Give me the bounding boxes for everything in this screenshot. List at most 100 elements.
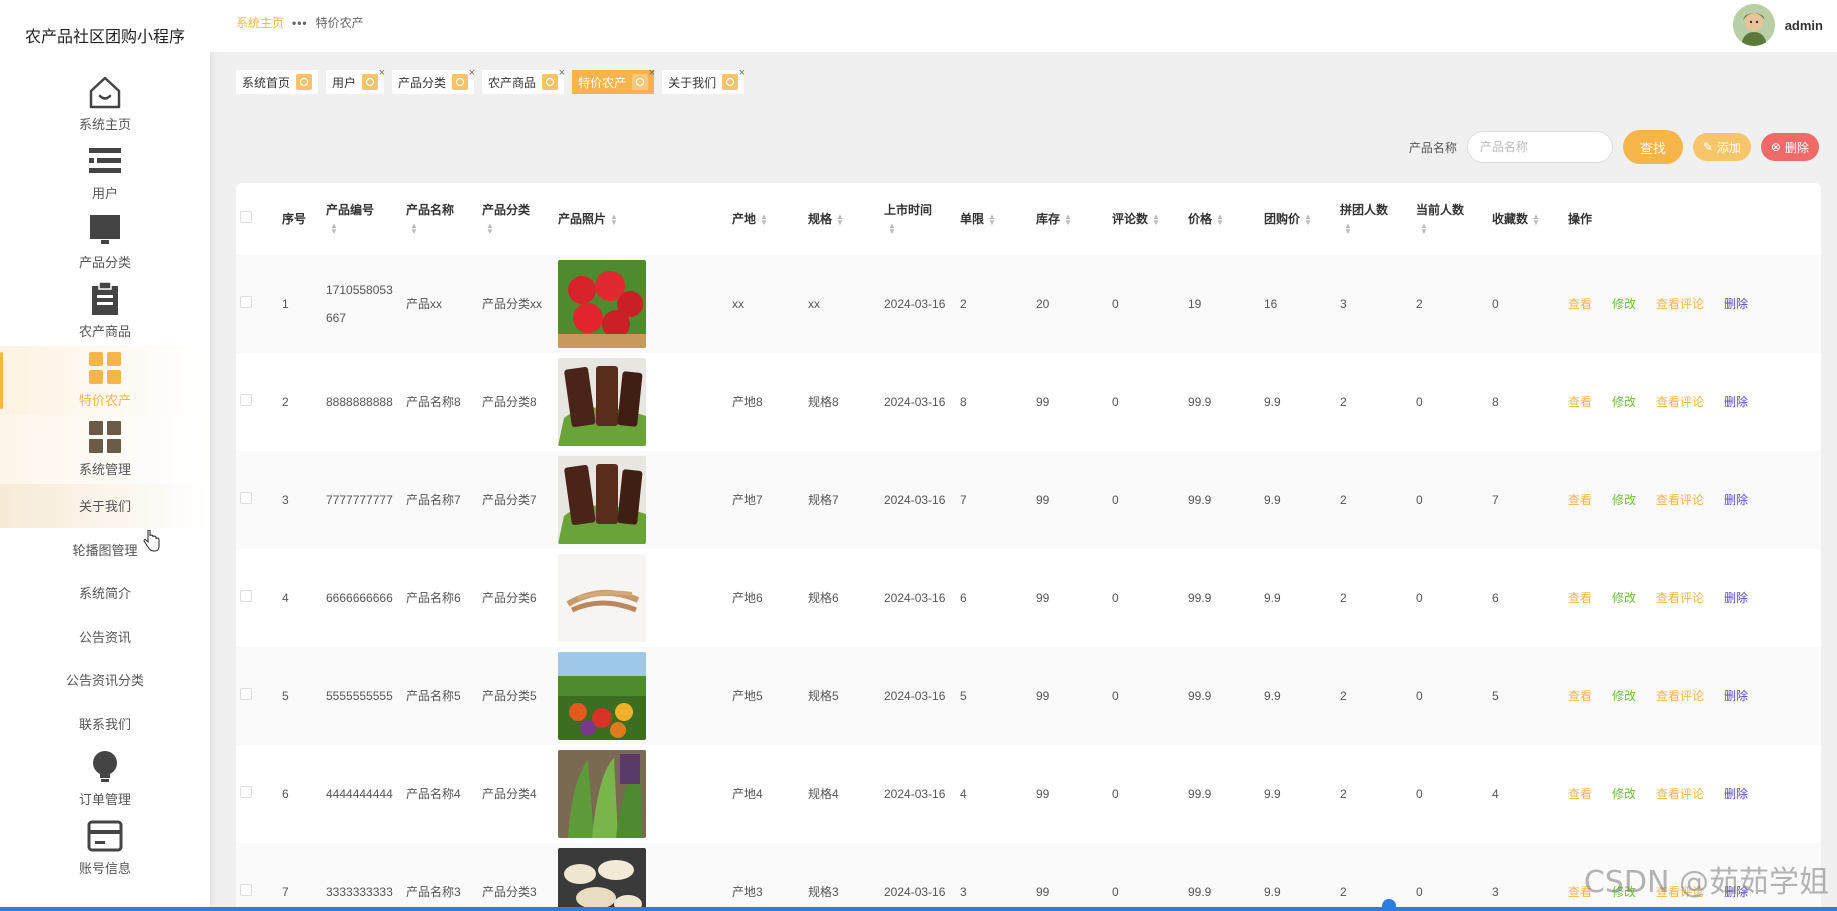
tab-categories[interactable]: 产品分类 ×	[392, 67, 475, 94]
product-photo	[558, 848, 646, 911]
sidebar-item-categories[interactable]: 产品分类	[0, 208, 210, 277]
row-checkbox[interactable]	[240, 590, 252, 602]
cell-current: 0	[1412, 843, 1488, 911]
submenu-about[interactable]: 关于我们	[0, 484, 210, 528]
edit-button[interactable]: 修改	[1612, 689, 1636, 703]
breadcrumb-home[interactable]: 系统主页	[236, 14, 284, 31]
sidebar-item-products[interactable]: 农产商品	[0, 277, 210, 346]
cell-name: 产品名称7	[402, 451, 478, 549]
col-header[interactable]: 产品名称 ▲ ▼	[402, 183, 478, 255]
edit-button[interactable]: 修改	[1612, 787, 1636, 801]
search-button[interactable]: 查找	[1622, 130, 1683, 164]
view-comments-button[interactable]: 查看评论	[1656, 689, 1704, 703]
delete-row-button[interactable]: 删除	[1724, 689, 1748, 703]
sidebar-item-label: 用户	[91, 186, 118, 201]
submenu-contact[interactable]: 联系我们	[0, 702, 210, 746]
cell-name: 产品xx	[402, 255, 478, 353]
sidebar-item-users[interactable]: 用户	[0, 139, 210, 208]
view-comments-button[interactable]: 查看评论	[1656, 493, 1704, 507]
sort-icon: ▲ ▼	[836, 211, 844, 227]
cell-date: 2024-03-16	[880, 647, 956, 745]
close-icon[interactable]: ×	[469, 67, 475, 79]
submenu-news[interactable]: 公告资讯	[0, 615, 210, 659]
sidebar-item-special[interactable]: 特价农产	[0, 346, 210, 415]
row-checkbox[interactable]	[240, 394, 252, 406]
edit-button[interactable]: 修改	[1612, 591, 1636, 605]
close-icon[interactable]: ×	[379, 67, 385, 79]
cell-current: 0	[1412, 647, 1488, 745]
submenu-news-category[interactable]: 公告资讯分类	[0, 658, 210, 702]
sidebar-item-system[interactable]: 系统管理	[0, 415, 210, 484]
tab-about[interactable]: 关于我们 ×	[662, 67, 745, 94]
sidebar-item-label: 系统管理	[78, 462, 131, 477]
row-checkbox[interactable]	[240, 688, 252, 700]
col-header[interactable]: 价格 ▲ ▼	[1184, 183, 1260, 255]
view-comments-button[interactable]: 查看评论	[1656, 395, 1704, 409]
cell-origin: 产地4	[728, 745, 804, 843]
view-button[interactable]: 查看	[1568, 493, 1592, 507]
product-photo	[558, 554, 646, 642]
add-button[interactable]: ✎ 添加	[1692, 133, 1751, 161]
sidebar-item-account[interactable]: 账号信息	[0, 814, 210, 883]
col-header[interactable]: 收藏数 ▲ ▼	[1488, 183, 1564, 255]
view-comments-button[interactable]: 查看评论	[1656, 591, 1704, 605]
delete-row-button[interactable]: 删除	[1724, 591, 1748, 605]
view-comments-button[interactable]: 查看评论	[1656, 787, 1704, 801]
col-header[interactable]: 产品照片 ▲ ▼	[554, 183, 728, 255]
delete-row-button[interactable]: 删除	[1724, 395, 1748, 409]
delete-row-button[interactable]: 删除	[1724, 493, 1748, 507]
view-button[interactable]: 查看	[1568, 591, 1592, 605]
monitor-icon	[87, 212, 123, 248]
col-header[interactable]: 拼团人数 ▲ ▼	[1336, 183, 1412, 255]
tab-users[interactable]: 用户 ×	[326, 67, 385, 94]
avatar[interactable]	[1732, 4, 1775, 46]
close-icon[interactable]: ×	[649, 67, 655, 79]
sidebar-item-home[interactable]: 系统主页	[0, 70, 210, 139]
view-button[interactable]: 查看	[1568, 689, 1592, 703]
row-checkbox[interactable]	[240, 786, 252, 798]
view-button[interactable]: 查看	[1568, 395, 1592, 409]
pointer-cursor-icon	[143, 530, 160, 552]
edit-button[interactable]: 修改	[1612, 297, 1636, 311]
close-icon[interactable]: ×	[559, 67, 565, 79]
horizontal-scrollbar[interactable]	[0, 907, 1837, 911]
col-header[interactable]: 单限 ▲ ▼	[956, 183, 1032, 255]
submenu-carousel[interactable]: 轮播图管理	[0, 528, 210, 572]
close-icon[interactable]: ×	[739, 67, 745, 79]
select-all-checkbox[interactable]	[240, 211, 252, 223]
delete-row-button[interactable]: 删除	[1724, 297, 1748, 311]
user-menu[interactable]: admin	[1732, 4, 1823, 46]
view-button[interactable]: 查看	[1568, 787, 1592, 801]
view-comments-button[interactable]: 查看评论	[1656, 297, 1704, 311]
sidebar-item-orders[interactable]: 订单管理	[0, 745, 210, 814]
tab-home[interactable]: 系统首页	[236, 70, 319, 94]
edit-button[interactable]: 修改	[1612, 395, 1636, 409]
cell-stock: 20	[1032, 255, 1108, 353]
cell-date: 2024-03-16	[880, 549, 956, 647]
edit-button[interactable]: 修改	[1612, 493, 1636, 507]
col-header[interactable]: 团购价 ▲ ▼	[1260, 183, 1336, 255]
delete-button[interactable]: ⊗ 删除	[1760, 133, 1819, 161]
search-input[interactable]	[1466, 131, 1613, 163]
submenu-intro[interactable]: 系统简介	[0, 571, 210, 615]
cell-favorites: 5	[1488, 647, 1564, 745]
tab-special[interactable]: 特价农产 ×	[572, 67, 655, 94]
view-button[interactable]: 查看	[1568, 297, 1592, 311]
row-checkbox[interactable]	[240, 884, 252, 896]
row-checkbox[interactable]	[240, 296, 252, 308]
sidebar-item-label: 农产商品	[78, 324, 131, 339]
col-header[interactable]: 规格 ▲ ▼	[804, 183, 880, 255]
col-header[interactable]: 上市时间 ▲ ▼	[880, 183, 956, 255]
col-header[interactable]: 库存 ▲ ▼	[1032, 183, 1108, 255]
delete-row-button[interactable]: 删除	[1724, 787, 1748, 801]
cell-price: 99.9	[1184, 647, 1260, 745]
row-checkbox[interactable]	[240, 492, 252, 504]
col-header[interactable]: 产地 ▲ ▼	[728, 183, 804, 255]
col-header[interactable]: 产品分类 ▲ ▼	[478, 183, 554, 255]
col-header[interactable]: 评论数 ▲ ▼	[1108, 183, 1184, 255]
col-header[interactable]: 当前人数 ▲ ▼	[1412, 183, 1488, 255]
cell-comments: 0	[1108, 255, 1184, 353]
scrollbar-handle[interactable]	[1382, 899, 1396, 911]
col-header[interactable]: 产品编号 ▲ ▼	[322, 183, 402, 255]
tab-products[interactable]: 农产商品 ×	[482, 67, 565, 94]
